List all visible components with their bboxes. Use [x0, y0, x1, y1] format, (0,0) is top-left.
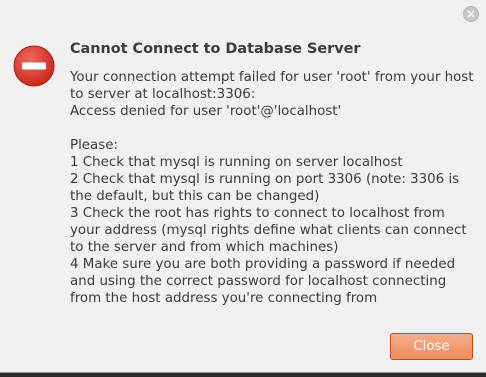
dialog-content: Cannot Connect to Database Server Your c… — [70, 39, 478, 307]
close-button[interactable]: Close — [390, 333, 473, 360]
error-icon — [13, 45, 55, 87]
dialog-titlebar — [0, 0, 486, 28]
dialog-heading: Cannot Connect to Database Server — [70, 41, 361, 57]
close-icon[interactable] — [463, 6, 479, 22]
error-dialog: Cannot Connect to Database Server Your c… — [0, 0, 486, 373]
dialog-message: Your connection attempt failed for user … — [70, 70, 474, 306]
